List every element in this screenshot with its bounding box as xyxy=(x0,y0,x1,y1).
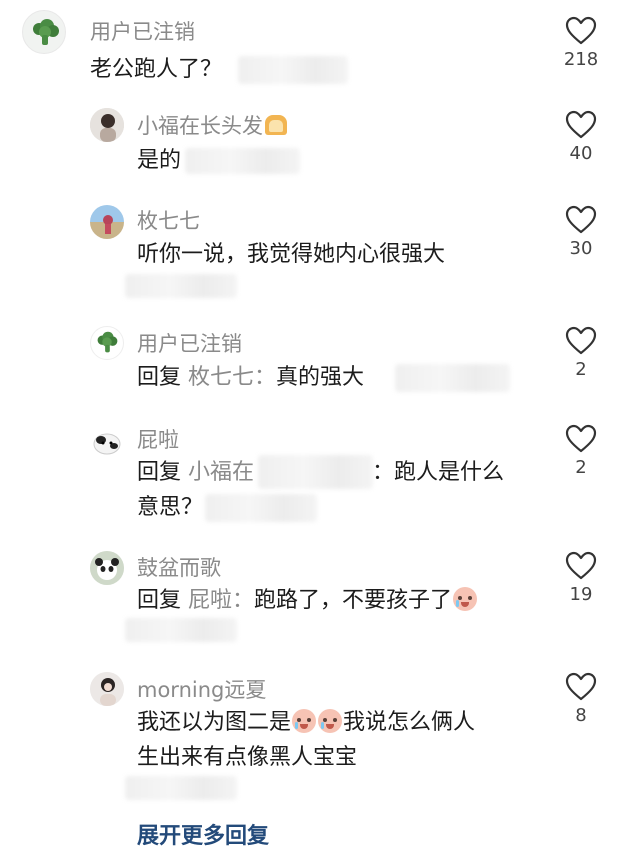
like-count: 2 xyxy=(575,457,587,478)
like-count: 2 xyxy=(575,359,587,380)
comment-username[interactable]: 小福在长头发 xyxy=(137,110,287,140)
broccoli-avatar-icon xyxy=(33,19,59,45)
comment-text-line2: 生出来有点像黑人宝宝 xyxy=(137,745,358,770)
heart-outline-icon xyxy=(565,205,597,234)
blurred-region xyxy=(395,364,510,392)
comment-text: 老公跑人了？ xyxy=(90,57,223,82)
blurred-region xyxy=(125,776,237,800)
crying-face-emoji xyxy=(292,709,317,733)
bread-emoji xyxy=(265,115,287,135)
comment-username[interactable]: 用户已注销 xyxy=(90,16,195,46)
like-button[interactable]: 2 xyxy=(558,326,604,380)
like-button[interactable]: 8 xyxy=(558,672,604,726)
crying-face-emoji xyxy=(318,709,343,733)
reply-mention[interactable]: 枚七七： xyxy=(188,365,276,390)
avatar[interactable] xyxy=(90,205,124,239)
panda-avatar-icon xyxy=(90,551,124,585)
like-button[interactable]: 40 xyxy=(558,110,604,164)
heart-outline-icon xyxy=(565,424,597,453)
like-button[interactable]: 19 xyxy=(558,551,604,605)
like-button[interactable]: 2 xyxy=(558,424,604,478)
avatar[interactable] xyxy=(90,108,124,142)
reply-mention[interactable]: 小福在 xyxy=(188,460,254,485)
blurred-region xyxy=(125,618,237,642)
avatar[interactable] xyxy=(22,10,66,54)
like-count: 8 xyxy=(575,705,587,726)
comment-username[interactable]: morning远夏 xyxy=(137,674,266,704)
comment-text: 我还以为图二是 我说怎么俩人 xyxy=(137,709,476,735)
comment-text: 听你一说，我觉得她内心很强大 xyxy=(137,242,446,267)
heart-outline-icon xyxy=(565,16,597,45)
heart-outline-icon xyxy=(565,326,597,355)
blurred-region xyxy=(185,148,300,174)
blurred-region xyxy=(238,56,348,84)
heart-outline-icon xyxy=(565,110,597,139)
broccoli-avatar-icon xyxy=(97,331,118,353)
cow-avatar-icon xyxy=(93,433,121,455)
comment-username[interactable]: 鼓盆而歌 xyxy=(137,552,221,582)
avatar[interactable] xyxy=(90,551,124,585)
reply-mention[interactable]: 屁啦： xyxy=(188,588,254,613)
like-count: 30 xyxy=(569,238,593,259)
comment-text: 是的 xyxy=(137,148,182,173)
user-avatar-icon xyxy=(90,672,124,706)
like-count: 40 xyxy=(569,143,593,164)
user-avatar-icon xyxy=(90,205,124,239)
expand-more-replies-link[interactable]: 展开更多回复 xyxy=(137,818,269,850)
avatar[interactable] xyxy=(90,425,124,459)
heart-outline-icon xyxy=(565,551,597,580)
avatar[interactable] xyxy=(90,672,124,706)
comment-text: 回复 枚七七：真的强大 xyxy=(137,365,365,390)
user-avatar-icon xyxy=(90,108,124,142)
comment-text-line2: 意思？ xyxy=(137,495,204,520)
like-button[interactable]: 218 xyxy=(558,16,604,70)
blurred-region xyxy=(205,494,317,522)
blurred-region xyxy=(125,274,237,298)
crying-face-emoji xyxy=(453,587,478,611)
heart-outline-icon xyxy=(565,672,597,701)
comment-text: 回复 屁啦：跑路了，不要孩子了 xyxy=(137,583,478,619)
comment-username[interactable]: 用户已注销 xyxy=(137,328,242,358)
avatar[interactable] xyxy=(90,326,124,360)
like-button[interactable]: 30 xyxy=(558,205,604,259)
blurred-region xyxy=(258,455,373,489)
like-count: 218 xyxy=(563,49,599,70)
comment-username[interactable]: 屁啦 xyxy=(137,424,179,454)
comment-username[interactable]: 枚七七 xyxy=(137,205,200,235)
like-count: 19 xyxy=(569,584,593,605)
